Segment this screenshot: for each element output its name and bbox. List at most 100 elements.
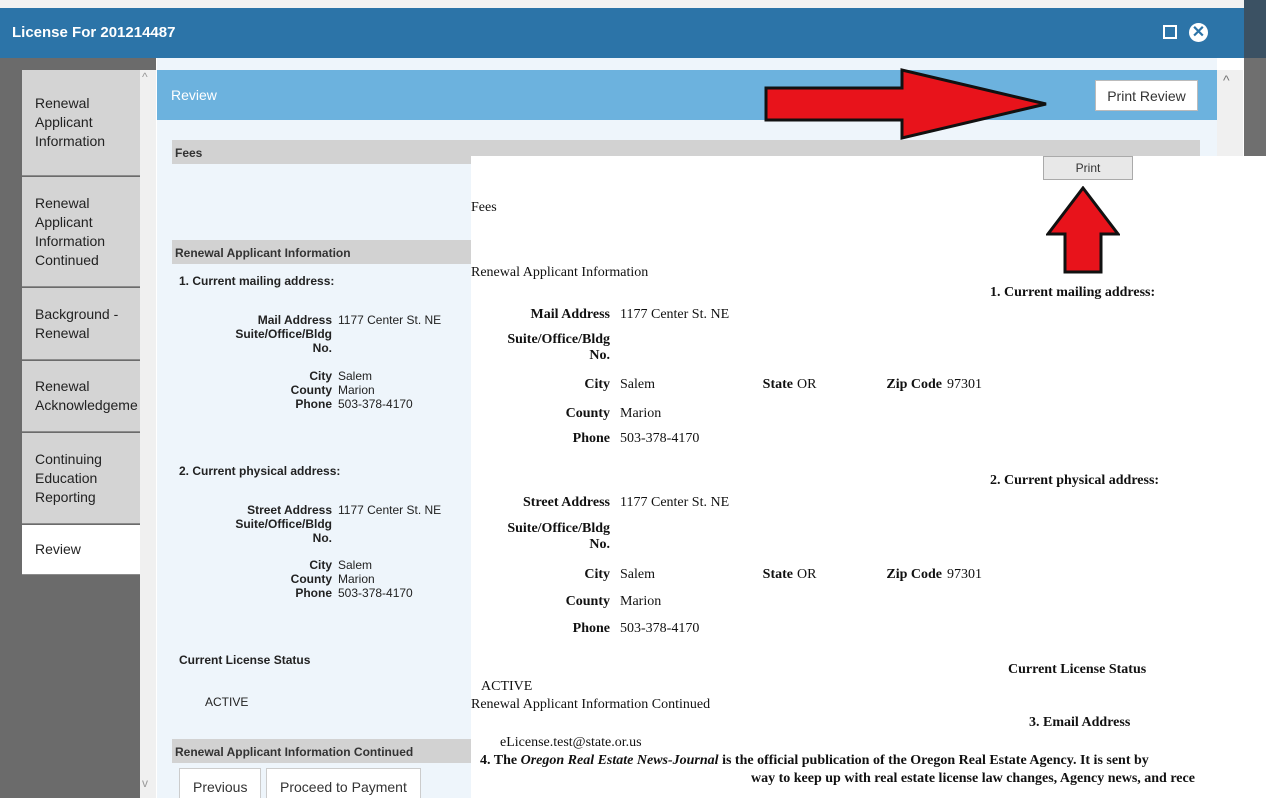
review-header: Review Print Review (157, 70, 1217, 120)
mailing-address-heading: 1. Current mailing address: (990, 285, 1156, 300)
sidebar-item-label: Continuing Education Reporting (35, 450, 102, 505)
license-status-heading: Current License Status (179, 653, 311, 667)
sidebar-item-renewal-applicant-information-continued[interactable]: Renewal Applicant Information Continued (22, 177, 140, 287)
red-arrow-up-icon (1046, 186, 1120, 274)
fees-label: Fees (471, 200, 497, 215)
section-label: Renewal Applicant Information (471, 265, 649, 280)
email-heading: 3. Email Address (1029, 715, 1131, 730)
license-status-value: ACTIVE (481, 679, 533, 694)
city-value: Salem (338, 558, 373, 572)
phone-value: 503-378-4170 (620, 621, 700, 636)
state-label: State (762, 567, 793, 582)
sidebar-item-background-renewal[interactable]: Background - Renewal (22, 288, 140, 360)
county-row: County Marion (197, 572, 375, 586)
street-address-value: 1177 Center St. NE (338, 503, 442, 517)
county-value: Marion (620, 406, 662, 421)
section-label: Renewal Applicant Information Continued (471, 697, 711, 712)
county-label: County (565, 406, 610, 421)
close-icon[interactable]: ✕ (1189, 23, 1208, 42)
state-value: OR (797, 377, 817, 392)
state-value: OR (797, 567, 817, 582)
dialog-titlebar: License For 201214487 ✕ (0, 8, 1244, 58)
phone-label: Phone (295, 586, 332, 600)
sidebar-item-continuing-education-reporting[interactable]: Continuing Education Reporting (22, 433, 140, 524)
city-label: City (309, 558, 332, 572)
mail-address-row: Mail Address 1177 Center St. NE (197, 313, 441, 327)
city-row: City Salem (197, 369, 372, 383)
print-button[interactable]: Print (1043, 156, 1133, 180)
zip-value: 97301 (947, 377, 982, 392)
license-status-value: ACTIVE (205, 695, 249, 709)
sidebar-item-label: Background - Renewal (35, 305, 119, 341)
suite-label: Suite/Office/Bldg (507, 521, 610, 536)
city-row: City Salem (197, 558, 372, 572)
city-label: City (584, 567, 610, 582)
sidebar-item-renewal-applicant-information[interactable]: Renewal Applicant Information (22, 70, 140, 176)
suite-label: Suite/Office/Bldg No. (235, 517, 332, 545)
phone-value: 503-378-4170 (338, 397, 413, 411)
sidebar-scrollbar[interactable]: ^ v (140, 70, 156, 798)
street-address-label: Street Address (523, 495, 610, 510)
county-label: County (290, 572, 332, 586)
proceed-to-payment-button[interactable]: Proceed to Payment (266, 768, 421, 798)
city-value: Salem (338, 369, 373, 383)
newsletter-question-line2: way to keep up with real estate license … (751, 771, 1195, 786)
phone-row: Phone 503-378-4170 (197, 586, 413, 600)
red-arrow-right-icon (764, 68, 1047, 140)
chevron-up-icon[interactable]: ^ (142, 70, 148, 84)
maximize-icon[interactable] (1163, 25, 1177, 39)
sidebar-item-label: Renewal Applicant Information Continued (35, 194, 106, 268)
phone-label: Phone (572, 431, 610, 446)
previous-button[interactable]: Previous (179, 768, 262, 798)
suite-label-no: No. (589, 348, 610, 363)
newsletter-question: 4. The Oregon Real Estate News-Journal i… (480, 753, 1149, 768)
chevron-down-icon[interactable]: v (142, 776, 148, 790)
city-value: Salem (620, 567, 655, 582)
street-address-label: Street Address (247, 503, 332, 517)
sidebar-nav: Renewal Applicant Information Renewal Ap… (0, 58, 156, 798)
mail-address-value: 1177 Center St. NE (338, 313, 442, 327)
sidebar-item-renewal-acknowledgement[interactable]: Renewal Acknowledgeme (22, 361, 140, 432)
sidebar-item-label: Renewal Applicant Information (35, 95, 106, 149)
county-value: Marion (338, 572, 375, 586)
zip-label: Zip Code (886, 567, 942, 582)
phone-row: Phone 503-378-4170 (197, 397, 413, 411)
suite-label: Suite/Office/Bldg (507, 332, 610, 347)
suite-label: Suite/Office/Bldg No. (235, 327, 332, 355)
print-review-button[interactable]: Print Review (1095, 80, 1198, 111)
county-value: Marion (620, 594, 662, 609)
city-label: City (309, 369, 332, 383)
street-address-row: Street Address 1177 Center St. NE (197, 503, 441, 517)
email-value: eLicense.test@state.or.us (500, 735, 642, 750)
mail-address-label: Mail Address (257, 313, 332, 327)
chevron-up-icon[interactable]: ^ (1223, 72, 1230, 88)
suite-row: Suite/Office/Bldg No. (197, 517, 332, 545)
city-label: City (584, 377, 610, 392)
county-row: County Marion (197, 383, 375, 397)
print-preview: Print Fees Renewal Applicant Information… (471, 156, 1266, 798)
sidebar-item-label: Review (35, 541, 81, 557)
state-label: State (762, 377, 793, 392)
zip-label: Zip Code (886, 377, 942, 392)
phone-label: Phone (295, 397, 332, 411)
mailing-address-heading: 1. Current mailing address: (179, 274, 335, 288)
review-title: Review (171, 87, 217, 103)
phone-label: Phone (572, 621, 610, 636)
mail-address-value: 1177 Center St. NE (620, 307, 730, 322)
county-value: Marion (338, 383, 375, 397)
zip-value: 97301 (947, 567, 982, 582)
street-address-value: 1177 Center St. NE (620, 495, 730, 510)
suite-label-no: No. (589, 537, 610, 552)
sidebar-item-review[interactable]: Review (22, 525, 140, 575)
phone-value: 503-378-4170 (338, 586, 413, 600)
background-page-strip (0, 0, 1266, 8)
county-label: County (565, 594, 610, 609)
mail-address-label: Mail Address (530, 307, 610, 322)
city-value: Salem (620, 377, 655, 392)
dialog-title: License For 201214487 (12, 24, 176, 41)
sidebar-item-label: Renewal Acknowledgeme (35, 378, 138, 413)
suite-row: Suite/Office/Bldg No. (197, 327, 332, 355)
license-status-heading: Current License Status (1008, 662, 1147, 677)
physical-address-heading: 2. Current physical address: (990, 473, 1160, 488)
phone-value: 503-378-4170 (620, 431, 700, 446)
